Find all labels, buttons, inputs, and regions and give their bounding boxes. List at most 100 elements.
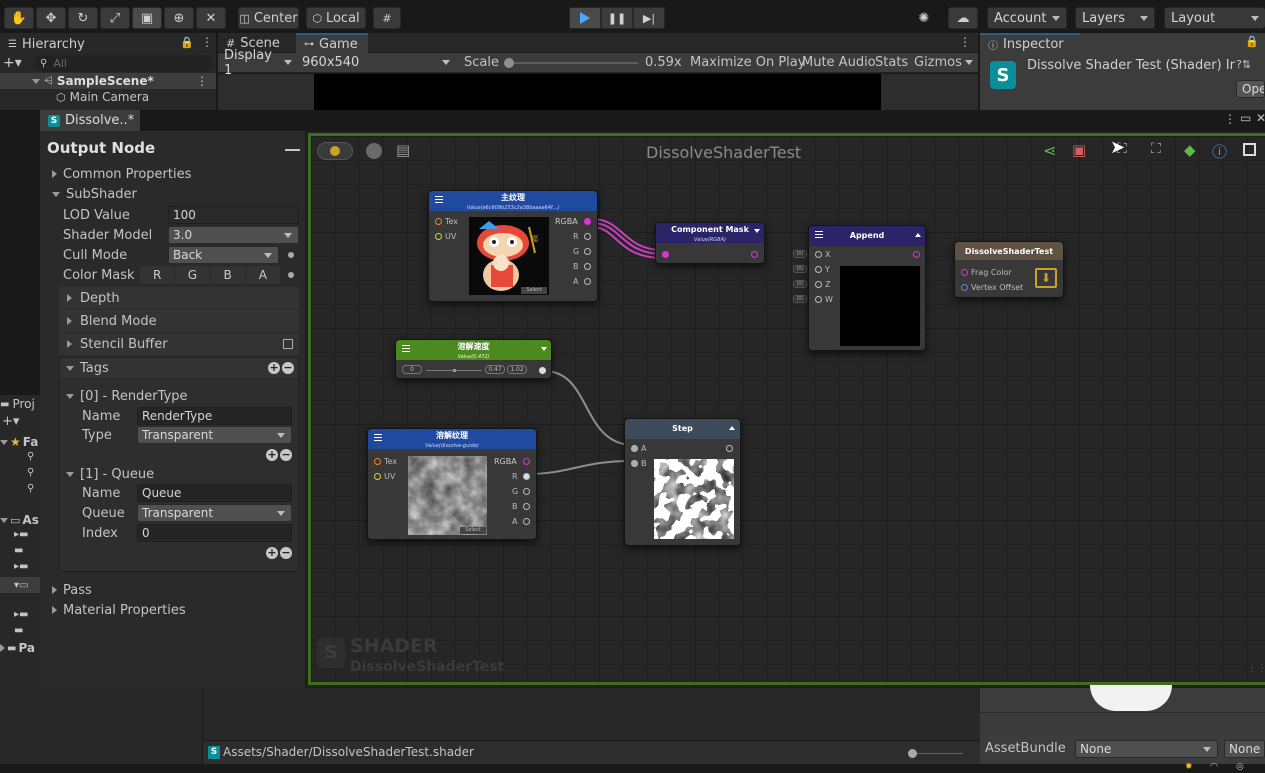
a-output-port[interactable] (523, 518, 530, 525)
remove-tag-icon[interactable]: − (282, 362, 294, 374)
r-output-port[interactable] (584, 233, 591, 240)
w-default-chip[interactable]: (0) (793, 295, 807, 303)
uv-input-port[interactable] (374, 473, 381, 480)
subshader-foldout[interactable]: SubShader (52, 184, 137, 204)
move-tool-button[interactable]: ✥ (36, 7, 66, 29)
progress-icon[interactable]: ◎ (1236, 762, 1244, 772)
tex-input-port[interactable] (374, 458, 381, 465)
layout-dropdown[interactable]: Layout (1164, 7, 1265, 29)
resolution-dropdown[interactable]: 960x540 (296, 53, 456, 72)
icon-size-thumb[interactable] (908, 749, 917, 758)
y-default-chip[interactable]: (0) (793, 265, 807, 273)
z-default-chip[interactable]: (0) (793, 280, 807, 288)
tag1-foldout[interactable]: [1] - Queue (66, 464, 154, 484)
services-button[interactable]: ✺ (911, 7, 937, 29)
add-icon[interactable]: +▾ (2, 414, 19, 429)
speed-min-field[interactable]: 0 (402, 365, 422, 374)
bug-icon[interactable]: ✹ (1185, 762, 1193, 772)
tab-inspector[interactable]: ⓘ Inspector (980, 33, 1080, 53)
hierarchy-search[interactable]: ⚲ All (34, 55, 212, 72)
assets-row[interactable]: ▭ As (0, 513, 39, 527)
texture-node-dissolve[interactable]: 溶解纹理 Value(dissolve-guide) Tex UV Select… (367, 428, 537, 540)
play-button[interactable] (569, 7, 601, 29)
add-icon[interactable]: + (266, 547, 278, 559)
r-output-port[interactable] (523, 473, 530, 480)
x-input-port[interactable] (815, 251, 822, 258)
tag1-name-input[interactable]: Queue (137, 484, 292, 502)
w-input-port[interactable] (815, 296, 822, 303)
mask-g-button[interactable]: G (175, 266, 210, 284)
scale-tool-button[interactable]: ⤢ (100, 7, 130, 29)
mask-inline-toggle[interactable] (288, 272, 294, 278)
remove-icon[interactable]: − (280, 547, 292, 559)
save-output-icon[interactable]: ⬇ (1035, 268, 1057, 288)
stats-toggle[interactable]: Stats (875, 55, 908, 70)
b-output-port[interactable] (584, 263, 591, 270)
help-icon[interactable]: ?⇅ (1236, 58, 1251, 71)
x-default-chip[interactable]: (0) (793, 250, 807, 258)
lod-input[interactable]: 100 (168, 206, 299, 224)
wifi-icon[interactable]: ◠ (1210, 762, 1218, 772)
b-output-port[interactable] (523, 503, 530, 510)
add-tag-icon[interactable]: + (268, 362, 280, 374)
more-menu-icon[interactable]: ⋮ (959, 35, 971, 49)
speed-slider-thumb[interactable] (453, 369, 456, 372)
add-icon[interactable]: + (266, 449, 278, 461)
g-output-port[interactable] (523, 488, 530, 495)
icon-size-slider[interactable] (908, 749, 963, 758)
folder-icon[interactable]: ▸▬ (14, 561, 28, 572)
node-menu-icon[interactable] (374, 434, 382, 441)
folder-icon[interactable]: ▬ (14, 545, 23, 556)
mask-output-port[interactable] (751, 251, 758, 258)
y-input-port[interactable] (815, 266, 822, 273)
mask-input-port[interactable] (662, 251, 669, 258)
common-properties-foldout[interactable]: Common Properties (52, 164, 191, 184)
shader-model-dropdown[interactable]: 3.0 (168, 226, 299, 244)
g-output-port[interactable] (584, 248, 591, 255)
node-menu-icon[interactable] (815, 231, 823, 238)
folder-icon[interactable]: ▬ (14, 625, 23, 636)
tab-project[interactable]: ▬ Proj (0, 397, 35, 411)
speed-slider[interactable] (426, 369, 482, 372)
lock-icon[interactable]: 🔒 (180, 36, 194, 49)
scene-menu-icon[interactable]: ⋮ (196, 74, 208, 88)
texture-node-main[interactable]: 主纹理 Value(e6c609b253c2a38baaaa64f...) Te… (428, 190, 598, 302)
scene-row[interactable]: ⩤ SampleScene* ⋮ (0, 73, 216, 89)
mask-b-button[interactable]: B (210, 266, 245, 284)
tex-input-port[interactable] (435, 218, 442, 225)
collapse-arrow-icon[interactable] (915, 233, 921, 237)
node-graph-canvas[interactable]: ▤ DissolveShaderTest ⋖ ▣ ⛶ ⛶ ◆ ⓘ ➤ 主纹理 V… (308, 133, 1265, 685)
folder-icon[interactable]: ▸▬ (14, 529, 28, 540)
append-node[interactable]: Append X Y Z W (808, 225, 926, 351)
step-button[interactable]: ▶| (633, 7, 665, 29)
more-menu-icon[interactable]: ⋮ (1224, 112, 1236, 126)
tab-hierarchy[interactable]: ☰ Hierarchy (0, 34, 110, 54)
mask-a-button[interactable]: A (245, 266, 280, 284)
add-icon[interactable]: +▾ (3, 55, 22, 71)
tag1-index-input[interactable]: 0 (137, 524, 292, 542)
close-icon[interactable]: ✕ (1256, 111, 1265, 125)
scale-slider[interactable] (504, 58, 638, 68)
pause-button[interactable]: ❚❚ (601, 7, 633, 29)
hand-tool-button[interactable]: ✋ (4, 7, 34, 29)
speed-max-field[interactable]: 1.02 (507, 365, 527, 374)
tab-game[interactable]: ⊶ Game (296, 33, 368, 53)
vertex-offset-port[interactable] (961, 284, 968, 291)
scale-slider-thumb[interactable] (504, 58, 514, 68)
select-texture-button[interactable]: Select (521, 287, 547, 294)
transform-tool-button[interactable]: ⊕ (164, 7, 194, 29)
hierarchy-item-main-camera[interactable]: ⬡ Main Camera (56, 90, 149, 104)
gizmos-chevron-icon[interactable] (965, 60, 973, 65)
tag0-foldout[interactable]: [0] - RenderType (66, 386, 188, 406)
a-input-port[interactable] (631, 445, 638, 452)
material-properties-foldout[interactable]: Material Properties (52, 600, 186, 620)
more-menu-icon[interactable]: ⋮ (201, 35, 213, 49)
rgba-output-port[interactable] (584, 218, 591, 225)
remove-icon[interactable]: − (280, 449, 292, 461)
custom-tool-button[interactable]: ✕ (196, 7, 226, 29)
append-output-port[interactable] (913, 251, 920, 258)
pivot-toggle[interactable]: ◫ Center (238, 7, 299, 29)
search-icon[interactable]: ⚲ (27, 467, 34, 478)
dropdown-arrow-icon[interactable] (754, 229, 760, 233)
maximize-icon[interactable]: ▭ (1240, 111, 1251, 125)
